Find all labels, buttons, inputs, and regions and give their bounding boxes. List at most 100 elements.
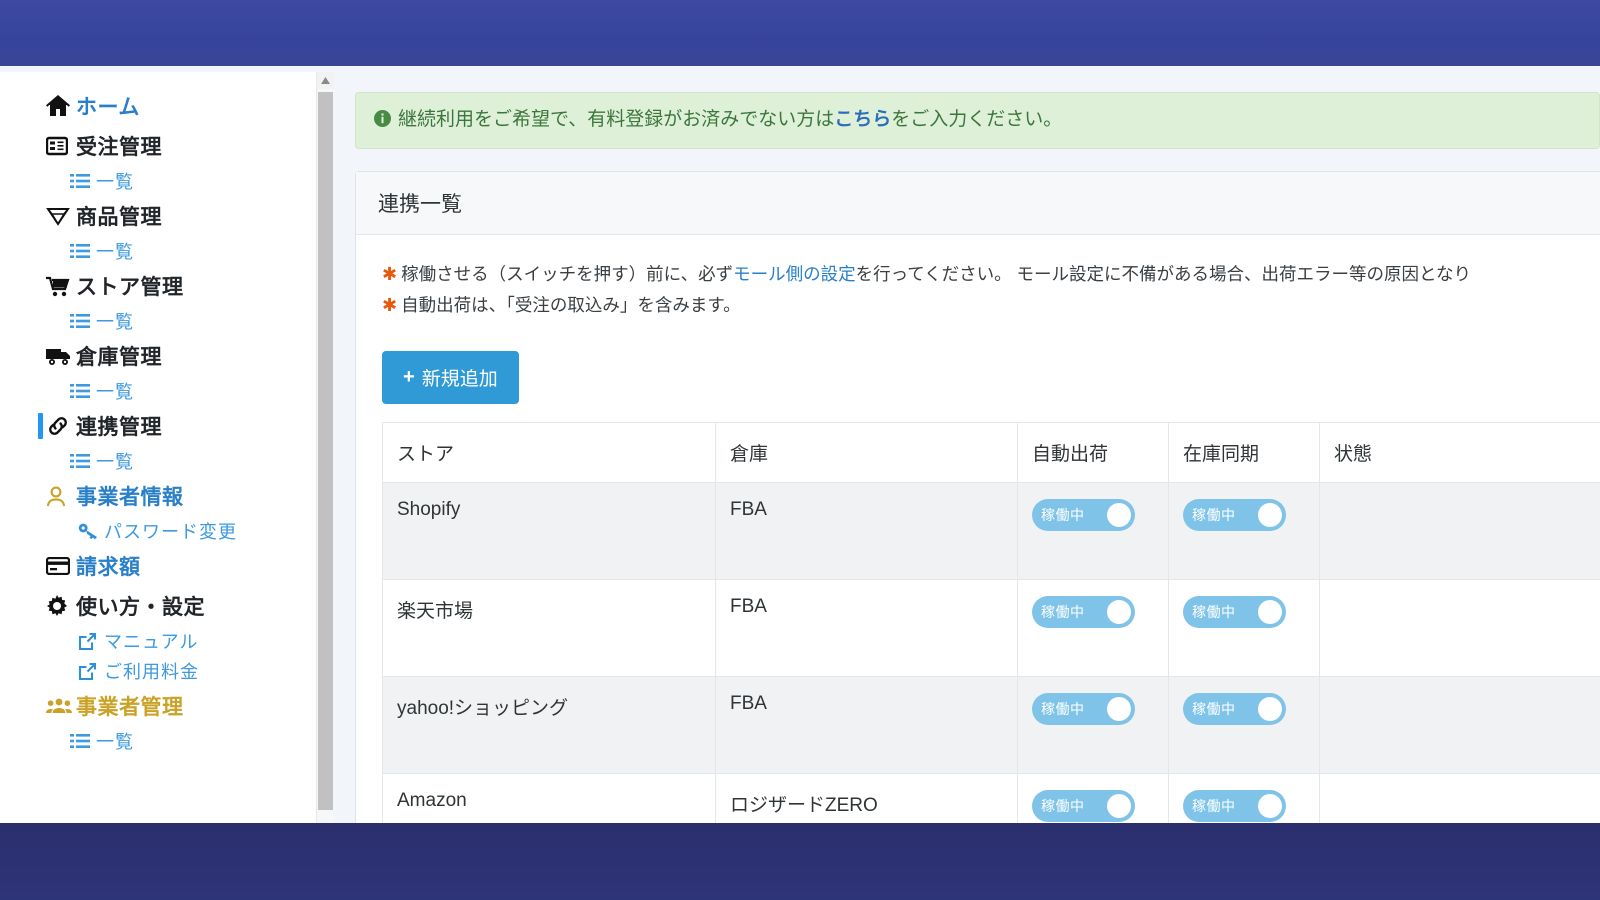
sidebar-subitem-store-list[interactable]: 一覧 (0, 306, 316, 336)
list-icon (70, 453, 96, 469)
sidebar-item-product-management[interactable]: 商品管理 (0, 196, 316, 236)
sidebar-item-warehouse-management[interactable]: 倉庫管理 (0, 336, 316, 376)
list-icon (70, 733, 96, 749)
notice-text-after: をご入力ください。 (891, 109, 1063, 130)
note-link[interactable]: モール側の設定 (733, 264, 856, 284)
toggle-label: 稼働中 (1192, 797, 1236, 814)
table-header-row: ストア 倉庫 自動出荷 在庫同期 状態 (382, 421, 1600, 483)
bottom-footer-bar (0, 823, 1600, 900)
sidebar-subitem-change-password[interactable]: パスワード変更 (0, 516, 316, 546)
autoship-toggle[interactable]: 稼働中 (1032, 789, 1135, 822)
autoship-toggle[interactable]: 稼働中 (1032, 595, 1135, 628)
scrollbar-thumb[interactable] (318, 92, 333, 810)
sidebar-item-integration-management[interactable]: 連携管理 (0, 406, 316, 446)
cell-warehouse: FBA (715, 481, 1018, 580)
sidebar-item-usage-settings[interactable]: 使い方・設定 (0, 586, 316, 626)
page-body: ホーム 受注管理 一覧 商品管理 一覧 ストア管理 一覧 倉庫管理 一覧 連携管… (0, 72, 1600, 823)
sidebar-item-business-info[interactable]: 事業者情報 (0, 476, 316, 516)
cell-store: Shopify (382, 481, 716, 580)
sidebar-item-label: 事業者管理 (76, 696, 184, 719)
external-link-icon (78, 632, 104, 651)
note-row: ✱ 自動出荷は、「受注の取込み」を含みます。 (382, 290, 1600, 321)
home-icon (46, 95, 76, 117)
sidebar-subitem-label: 一覧 (96, 382, 134, 402)
sidebar-item-label: 事業者情報 (76, 486, 184, 509)
sidebar-item-store-management[interactable]: ストア管理 (0, 266, 316, 306)
notice-link[interactable]: こちら (834, 109, 891, 130)
cell-warehouse: ロジザードZERO (715, 772, 1018, 823)
note-text-after: を行ってください。 モール設定に不備がある場合、出荷エラー等の原因となり (855, 263, 1472, 284)
sidebar-subitem-integration-list[interactable]: 一覧 (0, 446, 316, 476)
column-header-state: 状態 (1319, 421, 1600, 483)
sidebar-subitem-label: パスワード変更 (104, 522, 237, 542)
sidebar-subitem-order-list[interactable]: 一覧 (0, 166, 316, 196)
toggle-knob (1258, 696, 1282, 721)
app-root: ホーム 受注管理 一覧 商品管理 一覧 ストア管理 一覧 倉庫管理 一覧 連携管… (0, 0, 1600, 900)
table-row: 楽天市場 FBA 稼働中 稼働中 (382, 578, 1600, 677)
sidebar-item-label: 商品管理 (76, 206, 162, 229)
cell-stocksync: 稼働中 (1168, 578, 1320, 677)
list-icon (70, 313, 96, 329)
sidebar-item-label: ストア管理 (76, 276, 184, 299)
table-row: yahoo!ショッピング FBA 稼働中 稼働中 (382, 675, 1600, 774)
sidebar-nav: ホーム 受注管理 一覧 商品管理 一覧 ストア管理 一覧 倉庫管理 一覧 連携管… (0, 72, 316, 823)
autoship-toggle[interactable]: 稼働中 (1032, 498, 1135, 531)
note-row: ✱ 稼働させる（スイッチを押す）前に、必ずモール側の設定を行ってください。 モール… (382, 259, 1600, 290)
scroll-up-arrow-icon[interactable] (317, 72, 334, 89)
sidebar-item-label: ホーム (76, 96, 140, 119)
sidebar-subitem-product-list[interactable]: 一覧 (0, 236, 316, 266)
cell-state (1319, 675, 1600, 774)
toggle-knob (1258, 793, 1282, 818)
stocksync-toggle[interactable]: 稼働中 (1183, 692, 1286, 725)
sidebar-item-order-management[interactable]: 受注管理 (0, 126, 316, 166)
sidebar-scrollbar[interactable] (316, 72, 334, 823)
add-new-button-label: 新規追加 (421, 368, 498, 390)
integration-list-panel: 連携一覧 ✱ 稼働させる（スイッチを押す）前に、必ずモール側の設定を行ってください… (355, 170, 1600, 823)
cell-stocksync: 稼働中 (1168, 675, 1320, 774)
autoship-toggle[interactable]: 稼働中 (1032, 692, 1135, 725)
notice-banner: 継続利用をご希望で、有料登録がお済みでない方はこちらをご入力ください。 (355, 92, 1600, 149)
cell-stocksync: 稼働中 (1168, 481, 1320, 580)
sidebar-subitem-label: マニュアル (104, 632, 199, 652)
sidebar-item-home[interactable]: ホーム (0, 86, 316, 126)
sidebar-item-label: 請求額 (76, 556, 141, 579)
main-content: 継続利用をご希望で、有料登録がお済みでない方はこちらをご入力ください。 連携一覧… (333, 72, 1600, 823)
user-icon (46, 486, 76, 507)
list-icon (70, 243, 96, 259)
cell-state (1319, 772, 1600, 823)
sidebar-subitem-warehouse-list[interactable]: 一覧 (0, 376, 316, 406)
stocksync-toggle[interactable]: 稼働中 (1183, 498, 1286, 531)
users-icon (46, 697, 76, 715)
cell-autoship: 稼働中 (1017, 772, 1169, 823)
toggle-label: 稼働中 (1192, 506, 1236, 523)
list-icon (70, 173, 96, 189)
table-row: Shopify FBA 稼働中 稼働中 (382, 481, 1600, 580)
cell-autoship: 稼働中 (1017, 675, 1169, 774)
top-header-bar (0, 0, 1600, 66)
truck-icon (46, 347, 76, 366)
sidebar-subitem-operator-list[interactable]: 一覧 (0, 726, 316, 756)
link-icon (46, 416, 76, 436)
list-icon (70, 383, 96, 399)
cart-icon (46, 276, 76, 297)
sidebar-subitem-label: 一覧 (96, 732, 134, 752)
cell-store: 楽天市場 (382, 578, 716, 677)
stocksync-toggle[interactable]: 稼働中 (1183, 595, 1286, 628)
sidebar-item-billing[interactable]: 請求額 (0, 546, 316, 586)
toggle-knob (1258, 502, 1282, 527)
info-circle-icon (374, 110, 391, 127)
sidebar-subitem-pricing[interactable]: ご利用料金 (0, 656, 316, 686)
column-header-autoship: 自動出荷 (1017, 421, 1169, 483)
stocksync-toggle[interactable]: 稼働中 (1183, 789, 1286, 822)
sidebar-subitem-label: 一覧 (96, 172, 134, 192)
cell-warehouse: FBA (715, 675, 1018, 774)
cell-autoship: 稼働中 (1017, 481, 1169, 580)
add-new-button[interactable]: + 新規追加 (382, 350, 519, 404)
sidebar-item-operator-management[interactable]: 事業者管理 (0, 686, 316, 726)
note-text-before: 自動出荷は、「受注の取込み」を含みます。 (401, 294, 741, 315)
cell-store: Amazon (382, 772, 716, 823)
sidebar-subitem-label: 一覧 (96, 452, 134, 472)
sidebar-subitem-label: 一覧 (96, 312, 134, 332)
column-header-store: ストア (382, 421, 716, 483)
sidebar-subitem-manual[interactable]: マニュアル (0, 626, 316, 656)
